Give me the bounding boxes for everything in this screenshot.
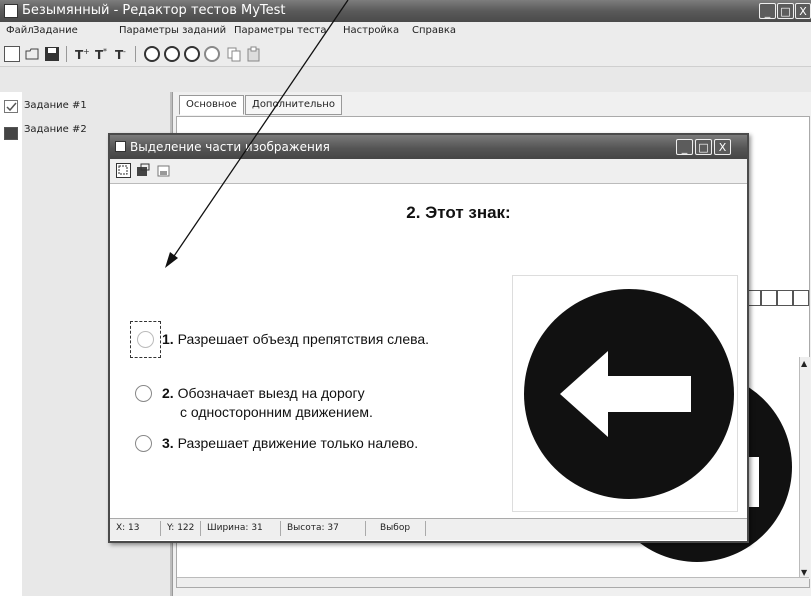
vertical-scrollbar[interactable]: ▲ ▼ bbox=[799, 357, 810, 579]
answer-2-radio bbox=[135, 385, 152, 402]
status-height: Высота: 37 bbox=[287, 523, 339, 533]
editor-mini-toolbar bbox=[745, 289, 809, 307]
answer-2-number: 2. bbox=[162, 385, 174, 401]
answer-1-radio bbox=[137, 331, 154, 348]
dialog-maximize-button[interactable]: □ bbox=[695, 139, 712, 155]
status-separator bbox=[425, 521, 426, 536]
menu-bar: Файл Задание Параметры заданий Параметры… bbox=[0, 22, 811, 42]
move-up-icon[interactable] bbox=[144, 46, 160, 62]
close-button[interactable]: X bbox=[795, 3, 811, 19]
dialog-image-area[interactable]: 2. Этот знак: 1. Разрешает объезд препят… bbox=[115, 185, 742, 516]
menu-settings[interactable]: Настройка bbox=[343, 25, 399, 36]
question-title: 2. Этот знак: bbox=[406, 203, 511, 222]
move-down-icon[interactable] bbox=[164, 46, 180, 62]
dialog-status-bar: X: 13 Y: 122 Ширина: 31 Высота: 37 Выбор bbox=[110, 518, 747, 540]
status-separator bbox=[365, 521, 366, 536]
answer-2: 2. Обозначает выезд на дорогу bbox=[162, 385, 365, 401]
task-image-icon bbox=[4, 127, 18, 140]
add-task-icon[interactable]: Т + bbox=[74, 46, 90, 62]
sign-image-frame bbox=[512, 275, 738, 512]
status-separator bbox=[200, 521, 201, 536]
dialog-toolbar bbox=[110, 159, 747, 184]
scroll-up-icon[interactable]: ▲ bbox=[801, 359, 807, 368]
dialog-title-bar: Выделение части изображения _ □ X bbox=[110, 135, 747, 159]
task-item-1[interactable]: Задание #1 bbox=[24, 100, 87, 111]
paste-icon[interactable] bbox=[246, 46, 262, 62]
tab-main[interactable]: Основное bbox=[179, 95, 244, 115]
answer-3-text: Разрешает движение только налево. bbox=[177, 435, 419, 451]
horizontal-scrollbar[interactable] bbox=[177, 577, 809, 587]
crop-icon[interactable] bbox=[136, 163, 151, 178]
dialog-title: Выделение части изображения bbox=[130, 140, 330, 154]
window-title: Безымянный - Редактор тестов MyTest bbox=[22, 3, 286, 18]
answer-1: 1. Разрешает объезд препятствия слева. bbox=[162, 331, 429, 347]
svg-text:*: * bbox=[103, 47, 107, 56]
status-y: Y: 122 bbox=[167, 523, 195, 533]
menu-test-params[interactable]: Параметры теста bbox=[234, 25, 327, 36]
editor-btn-icon[interactable] bbox=[761, 290, 777, 306]
status-width: Ширина: 31 bbox=[207, 523, 263, 533]
move-first-icon[interactable] bbox=[184, 46, 200, 62]
status-separator bbox=[160, 521, 161, 536]
open-file-icon[interactable] bbox=[24, 46, 40, 62]
toolbar-separator bbox=[66, 46, 67, 62]
svg-text:+: + bbox=[83, 47, 90, 56]
select-rect-icon[interactable] bbox=[116, 163, 131, 178]
task-check-icon bbox=[4, 100, 18, 113]
svg-text:-: - bbox=[123, 47, 126, 56]
move-last-icon[interactable] bbox=[204, 46, 220, 62]
maximize-button[interactable]: □ bbox=[777, 3, 794, 19]
selection-rectangle[interactable] bbox=[130, 321, 161, 358]
main-title-bar: Безымянный - Редактор тестов MyTest _ □ … bbox=[0, 0, 811, 22]
new-file-icon[interactable] bbox=[4, 46, 20, 62]
image-selection-dialog: Выделение части изображения _ □ X 2. Это… bbox=[108, 133, 749, 543]
menu-file[interactable]: Файл bbox=[6, 25, 34, 36]
toolbar: Т + Т * Т- bbox=[0, 42, 811, 67]
answer-3-radio bbox=[135, 435, 152, 452]
toolbar-separator bbox=[135, 46, 136, 62]
save-selection-icon[interactable] bbox=[156, 163, 171, 178]
app-icon bbox=[4, 4, 18, 18]
left-arrow-sign-image bbox=[524, 289, 734, 499]
menu-task-params[interactable]: Параметры заданий bbox=[119, 25, 226, 36]
scroll-down-icon[interactable]: ▼ bbox=[801, 568, 807, 577]
status-mode: Выбор bbox=[380, 523, 411, 533]
answer-2-text-line2: с односторонним движением. bbox=[180, 404, 373, 420]
answer-1-text: Разрешает объезд препятствия слева. bbox=[177, 331, 430, 347]
minimize-button[interactable]: _ bbox=[759, 3, 776, 19]
save-icon[interactable] bbox=[44, 46, 60, 62]
copy-icon[interactable] bbox=[226, 46, 242, 62]
answer-2-text: Обозначает выезд на дорогу bbox=[177, 385, 365, 401]
editor-btn-icon[interactable] bbox=[793, 290, 809, 306]
status-x: X: 13 bbox=[116, 523, 140, 533]
editor-btn-icon[interactable] bbox=[777, 290, 793, 306]
menu-help[interactable]: Справка bbox=[412, 25, 456, 36]
dialog-icon bbox=[115, 141, 126, 152]
task-item-2[interactable]: Задание #2 bbox=[24, 124, 87, 135]
menu-task[interactable]: Задание bbox=[33, 25, 78, 36]
dialog-minimize-button[interactable]: _ bbox=[676, 139, 693, 155]
answer-1-number: 1. bbox=[162, 331, 174, 347]
answer-3: 3. Разрешает движение только налево. bbox=[162, 435, 418, 451]
answer-3-number: 3. bbox=[162, 435, 174, 451]
status-separator bbox=[280, 521, 281, 536]
delete-task-icon[interactable]: Т- bbox=[114, 46, 130, 62]
tab-additional[interactable]: Дополнительно bbox=[245, 95, 342, 115]
dialog-close-button[interactable]: X bbox=[714, 139, 731, 155]
insert-task-icon[interactable]: Т * bbox=[94, 46, 110, 62]
